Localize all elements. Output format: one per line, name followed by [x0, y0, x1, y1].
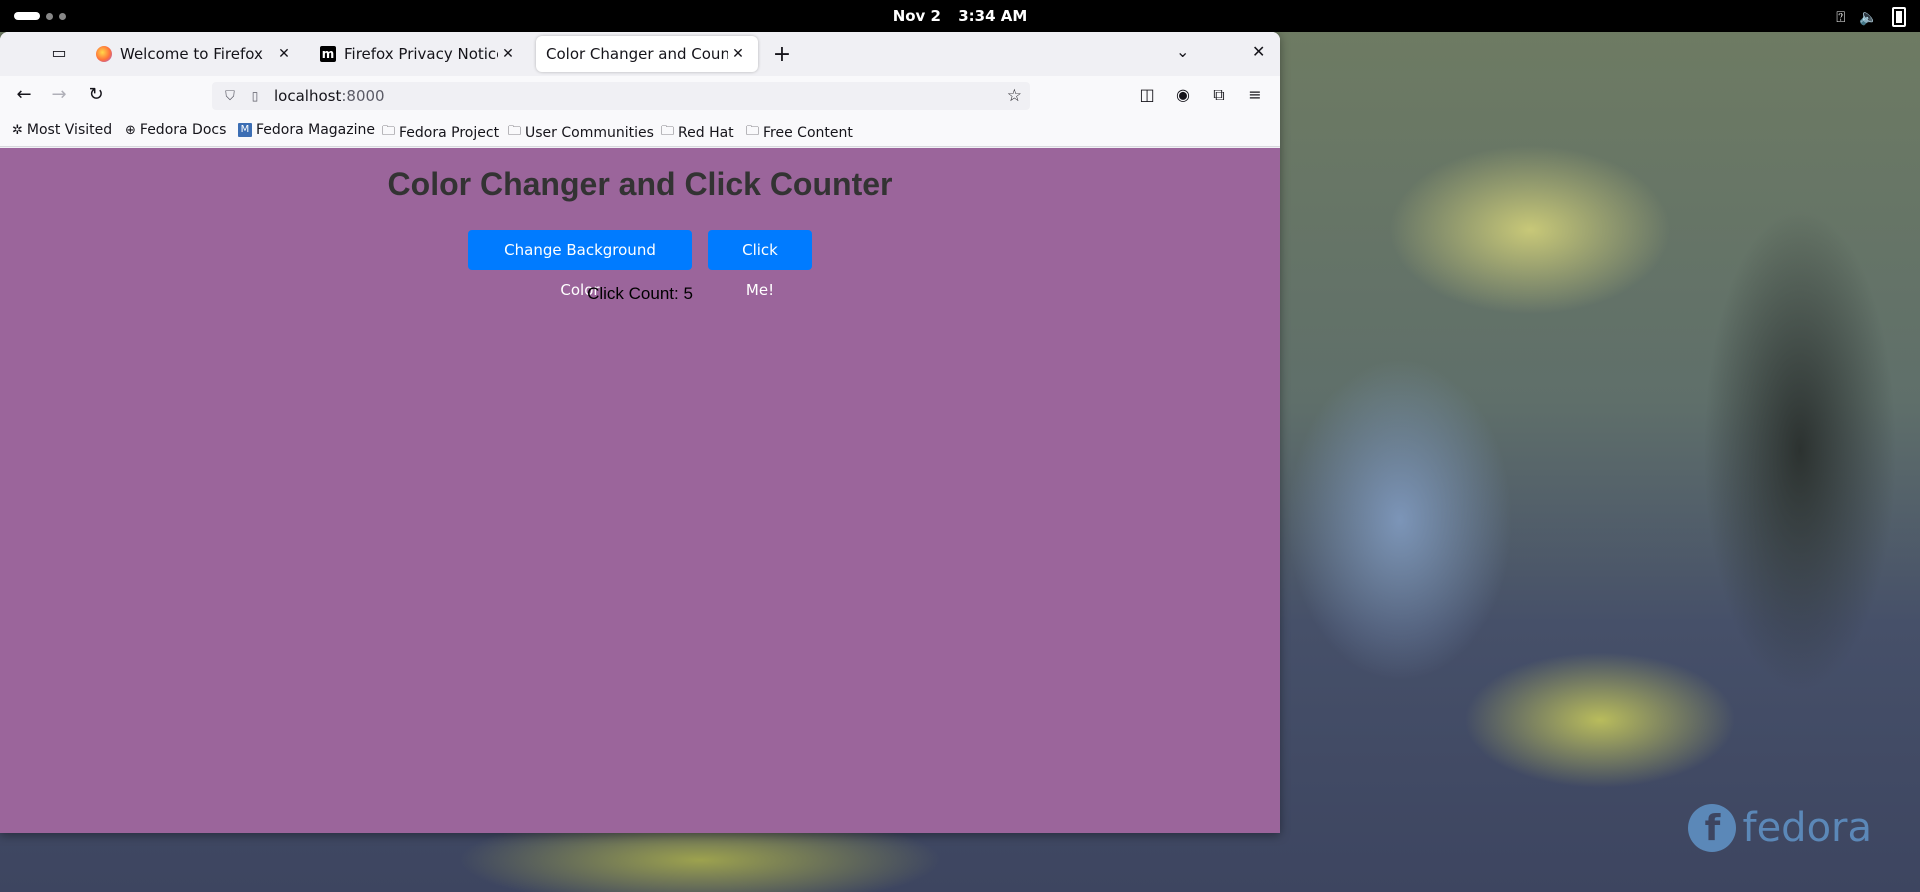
tab-welcome[interactable]: Welcome to Firefox ✕	[86, 36, 304, 72]
system-top-bar: Nov 2 3:34 AM ⍰ 🔈	[0, 0, 1920, 32]
battery-icon	[1892, 7, 1906, 27]
globe-icon: ⊕	[125, 122, 136, 138]
fedora-logo-mark: f	[1688, 804, 1737, 852]
folder-icon: 🗀	[508, 124, 522, 139]
bookmark-red-hat[interactable]: 🗀 Red Hat	[661, 122, 734, 144]
page-info-icon[interactable]: ▯	[246, 89, 264, 103]
tab-title: Color Changer and Counter	[546, 45, 728, 63]
list-all-tabs-icon[interactable]: ⌄	[1176, 42, 1189, 61]
system-tray[interactable]: ⍰ 🔈	[1836, 7, 1906, 27]
clock-time: 3:34 AM	[958, 7, 1028, 25]
change-background-color-button[interactable]: Change Background Color	[468, 230, 692, 299]
firefox-view-icon[interactable]: ▭	[48, 43, 70, 65]
bookmarks-toolbar: ✲ Most Visited ⊕ Fedora Docs M Fedora Ma…	[0, 116, 1280, 147]
folder-icon: 🗀	[382, 124, 396, 139]
click-count-text: Click Count: 5	[587, 284, 693, 303]
folder-icon: 🗀	[661, 124, 675, 139]
bookmark-fedora-docs[interactable]: ⊕ Fedora Docs	[125, 122, 226, 138]
window-close-icon[interactable]: ✕	[1252, 42, 1265, 61]
tracking-protection-icon[interactable]: ⛉	[220, 89, 240, 104]
bookmark-star-icon[interactable]: ☆	[1007, 86, 1022, 106]
bookmark-label: Fedora Docs	[139, 122, 227, 138]
tab-privacy-notice[interactable]: m Firefox Privacy Notice — M ✕	[310, 36, 528, 72]
bookmark-label: User Communities	[525, 125, 654, 141]
pocket-icon[interactable]: ◫	[1136, 85, 1158, 104]
account-icon[interactable]: ◉	[1172, 85, 1194, 104]
url-bar[interactable]: ⛉ ▯ localhost :8000 ☆	[212, 82, 1030, 110]
navigation-toolbar: ← → ↻ ⛉ ▯ localhost :8000 ☆ ◫ ◉ ⧉ ≡	[0, 76, 1280, 116]
back-icon[interactable]: ←	[12, 84, 36, 105]
fedora-logo-text: fedora	[1742, 805, 1872, 851]
bookmark-most-visited[interactable]: ✲ Most Visited	[12, 122, 112, 138]
page-heading: Color Changer and Click Counter	[387, 166, 893, 202]
fedora-magazine-icon: M	[238, 123, 252, 137]
bookmark-fedora-magazine[interactable]: M Fedora Magazine	[238, 122, 375, 138]
bookmark-user-communities[interactable]: 🗀 User Communities	[508, 122, 654, 144]
clock-date: Nov 2	[892, 7, 941, 25]
url-host: localhost	[274, 87, 342, 105]
bookmark-label: Red Hat	[678, 125, 734, 141]
fedora-logo: f fedora	[1688, 804, 1872, 852]
mozilla-icon: m	[320, 46, 336, 62]
folder-icon: 🗀	[746, 124, 760, 139]
page-content: Color Changer and Click Counter Change B…	[0, 148, 1280, 833]
extensions-icon[interactable]: ⧉	[1208, 85, 1230, 105]
clock[interactable]: Nov 2 3:34 AM	[0, 7, 1920, 25]
tab-bar: ▭ Welcome to Firefox ✕ m Firefox Privacy…	[0, 32, 1280, 76]
bookmark-fedora-project[interactable]: 🗀 Fedora Project	[382, 122, 499, 144]
new-tab-icon[interactable]: +	[770, 42, 794, 67]
forward-icon[interactable]: →	[47, 84, 71, 105]
tab-color-changer[interactable]: Color Changer and Counter ✕	[536, 36, 758, 72]
tab-title: Firefox Privacy Notice — M	[344, 45, 498, 63]
menu-icon[interactable]: ≡	[1244, 85, 1266, 104]
bookmark-label: Most Visited	[26, 122, 113, 138]
reload-icon[interactable]: ↻	[84, 84, 108, 105]
browser-window: ▭ Welcome to Firefox ✕ m Firefox Privacy…	[0, 32, 1280, 833]
url-port: :8000	[341, 87, 385, 105]
close-tab-icon[interactable]: ✕	[274, 46, 294, 62]
close-tab-icon[interactable]: ✕	[498, 46, 518, 62]
volume-icon: 🔈	[1859, 8, 1878, 26]
firefox-icon	[96, 46, 112, 62]
bookmark-label: Free Content	[763, 125, 853, 141]
bookmark-label: Fedora Magazine	[256, 122, 375, 138]
close-tab-icon[interactable]: ✕	[728, 46, 748, 62]
gear-icon: ✲	[12, 122, 23, 138]
network-icon: ⍰	[1836, 8, 1846, 26]
bookmark-label: Fedora Project	[399, 125, 500, 141]
tab-title: Welcome to Firefox	[120, 45, 263, 63]
click-me-button[interactable]: Click Me!	[708, 230, 812, 299]
bookmark-free-content[interactable]: 🗀 Free Content	[746, 122, 853, 144]
